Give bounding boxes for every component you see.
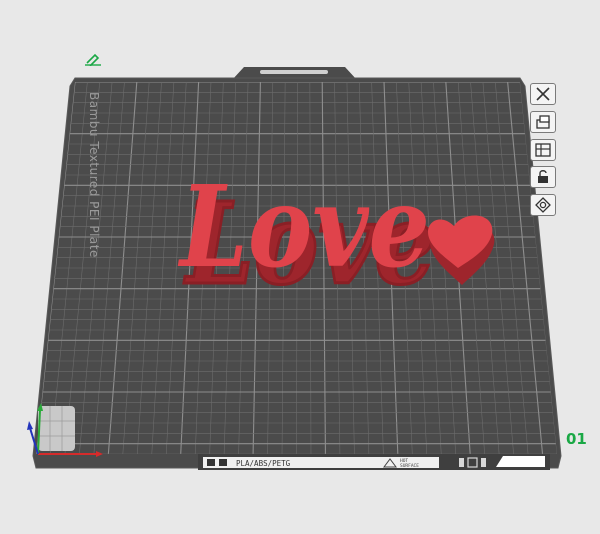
plate-settings-icon	[535, 197, 551, 213]
plate-marker-3	[481, 458, 486, 467]
filament-label: PLA/ABS/PETG	[236, 459, 291, 468]
hot-surface-label-line2: SURFACE	[400, 463, 419, 469]
arrange-button[interactable]	[530, 139, 556, 161]
lock-button[interactable]	[530, 166, 556, 188]
love-model-top: Love	[177, 162, 430, 293]
auto-orient-button[interactable]	[530, 111, 556, 133]
filament-icon-b	[219, 459, 227, 466]
origin-corner-pad	[38, 406, 75, 451]
auto-orient-icon	[536, 115, 550, 129]
plate-number[interactable]: 01	[566, 430, 587, 448]
plate-corner-marker	[496, 456, 545, 467]
plate-marker-1	[459, 458, 464, 467]
plate-settings-button[interactable]	[530, 194, 556, 216]
filament-icon-a	[207, 459, 215, 466]
plate-handle-slot	[260, 70, 328, 74]
z-axis-arrow	[27, 421, 33, 430]
3d-viewport[interactable]: PLA/ABS/PETG HOT SURFACE Bambu Textured …	[0, 0, 600, 534]
close-button[interactable]	[530, 83, 556, 105]
close-icon	[536, 87, 550, 101]
lock-icon	[538, 170, 548, 183]
arrange-icon	[535, 143, 551, 157]
plate-name-label: Bambu Textured PEI Plate	[87, 92, 101, 258]
edit-icon[interactable]	[84, 52, 102, 66]
